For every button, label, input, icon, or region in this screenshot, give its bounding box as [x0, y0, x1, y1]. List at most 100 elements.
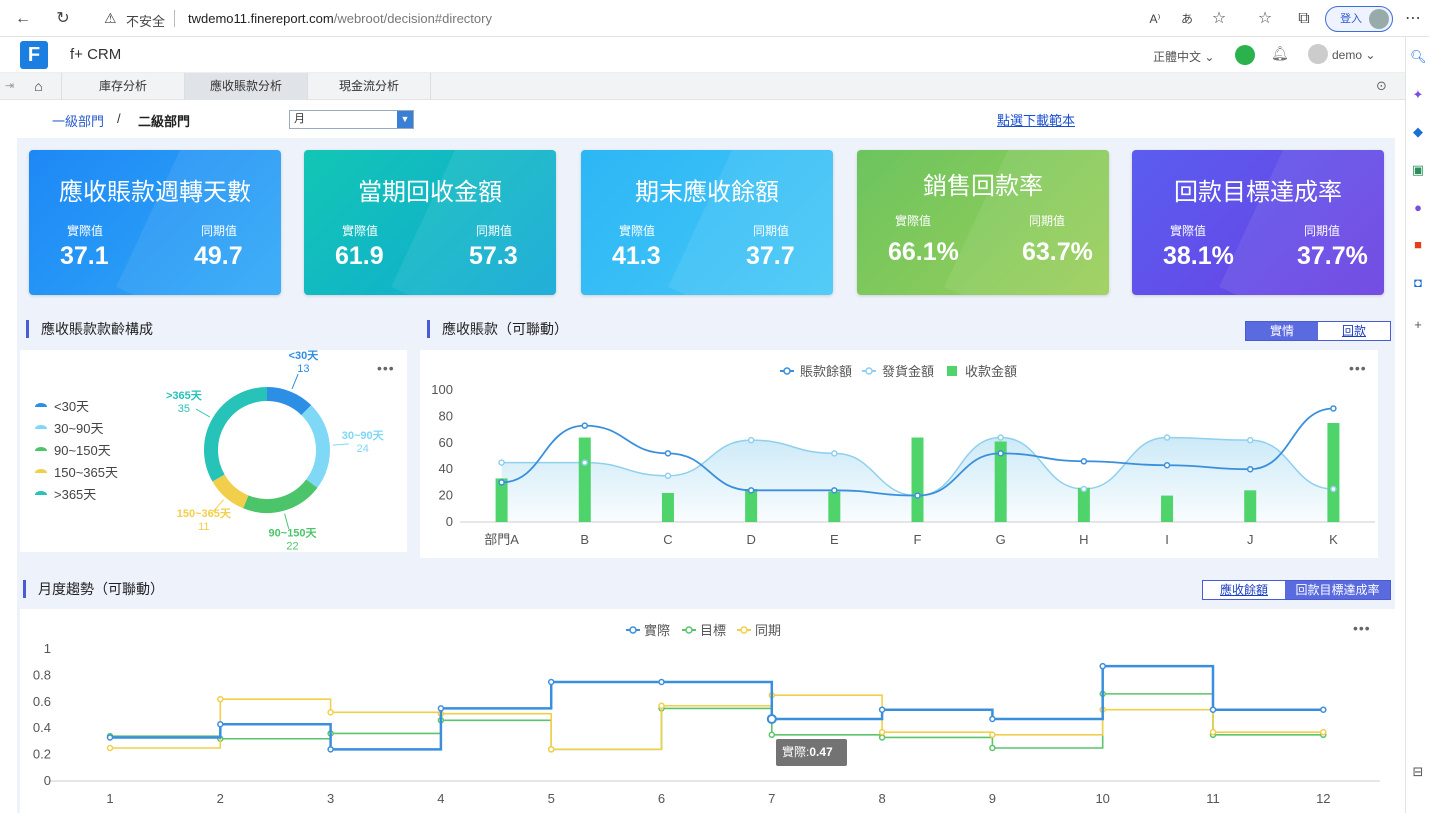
legend-item[interactable]: 發貨金額 — [882, 364, 934, 379]
bell-icon[interactable]: 🔔︎ — [1271, 45, 1289, 62]
bar[interactable] — [1244, 490, 1257, 522]
kpi-card[interactable]: 銷售回款率 實際值 同期值 66.1% 63.7% — [857, 150, 1109, 295]
data-point[interactable] — [878, 728, 886, 736]
warning-icon[interactable]: ⚠ — [104, 10, 117, 27]
data-point[interactable] — [581, 422, 589, 429]
data-point[interactable] — [327, 709, 334, 716]
donut-slice[interactable] — [212, 474, 249, 509]
donut-slice[interactable] — [204, 387, 268, 482]
bar[interactable] — [1161, 495, 1174, 522]
games-icon[interactable]: ● — [1410, 200, 1426, 216]
dropdown-arrow-icon[interactable]: ▼ — [397, 111, 413, 128]
favorites-icon[interactable]: ☆ — [1254, 8, 1276, 30]
data-point[interactable] — [747, 487, 755, 494]
legend-item[interactable]: 90~150天 — [54, 443, 111, 458]
data-point[interactable] — [1320, 706, 1327, 713]
data-point[interactable] — [1209, 728, 1217, 736]
data-point[interactable] — [1246, 436, 1254, 444]
tab-inventory[interactable]: 庫存分析 — [62, 73, 185, 100]
data-point[interactable] — [1080, 458, 1088, 465]
status-icon[interactable] — [1235, 45, 1255, 65]
user-avatar[interactable] — [1308, 44, 1328, 64]
user-menu[interactable]: demo ⌄ — [1332, 48, 1375, 62]
tab-cashflow[interactable]: 現金流分析 — [308, 73, 431, 100]
legend-item[interactable]: 150~365天 — [54, 465, 118, 480]
outlook-icon[interactable]: ◘ — [1410, 275, 1426, 291]
toggle-balance-button[interactable]: 應收餘額 — [1203, 581, 1285, 599]
data-point[interactable] — [1080, 485, 1088, 493]
data-point[interactable] — [658, 678, 665, 686]
data-point[interactable] — [664, 450, 672, 457]
donut-slice[interactable] — [301, 405, 330, 488]
data-point[interactable] — [437, 705, 445, 712]
data-point[interactable] — [106, 734, 114, 741]
breadcrumb-level2[interactable]: 二級部門 — [138, 111, 190, 130]
data-point[interactable] — [581, 459, 589, 466]
language-select[interactable]: 正體中文 ⌄ — [1153, 48, 1214, 65]
address-bar[interactable]: twdemo11.finereport.com/webroot/decision… — [188, 11, 492, 26]
refresh-icon[interactable]: ↻ — [52, 8, 74, 30]
data-point[interactable] — [547, 746, 555, 753]
kpi-card[interactable]: 回款目標達成率 實際值 同期值 38.1% 37.7% — [1132, 150, 1384, 295]
bar[interactable] — [911, 437, 924, 522]
collapse-icon[interactable]: ⇥ — [5, 79, 14, 92]
data-point[interactable] — [997, 434, 1004, 441]
kpi-card[interactable]: 當期回收金額 實際值 同期值 61.9 57.3 — [304, 150, 556, 295]
download-template-link[interactable]: 點選下載範本 — [997, 110, 1075, 129]
legend-item[interactable]: 賬款餘額 — [800, 364, 852, 379]
legend-item[interactable]: >365天 — [54, 487, 96, 502]
data-point[interactable] — [747, 436, 755, 444]
sidebar-toggle-icon[interactable]: ⊟ — [1410, 764, 1426, 780]
favorite-add-icon[interactable]: ☆ — [1208, 8, 1230, 30]
legend-item[interactable]: 目標 — [700, 623, 726, 638]
office-icon[interactable]: ■ — [1410, 237, 1426, 253]
data-point[interactable] — [878, 734, 886, 741]
period-select[interactable]: 月 ▼ — [289, 110, 414, 129]
add-icon[interactable]: + — [1410, 317, 1426, 333]
home-icon[interactable]: ⌂ — [16, 73, 62, 100]
donut-slice[interactable] — [243, 479, 318, 513]
toggle-actual-button[interactable]: 實情 — [1246, 322, 1318, 340]
shopping-tag-icon[interactable]: ◆ — [1410, 124, 1426, 140]
data-point[interactable] — [658, 702, 665, 710]
legend-item[interactable]: 同期 — [755, 623, 781, 638]
data-point[interactable] — [664, 472, 672, 480]
data-point[interactable] — [989, 744, 996, 752]
bar[interactable] — [661, 492, 674, 522]
series-step-line[interactable] — [110, 694, 1324, 751]
legend-item[interactable]: <30天 — [54, 399, 89, 414]
data-point[interactable] — [327, 746, 334, 753]
tab-more-icon[interactable]: ⊙ — [1376, 78, 1387, 94]
copilot-icon[interactable]: ✦ — [1410, 87, 1426, 103]
data-point[interactable] — [831, 450, 838, 457]
data-point[interactable] — [989, 731, 996, 739]
tab-receivables[interactable]: 應收賬款分析 — [185, 73, 308, 100]
data-point[interactable] — [914, 492, 921, 499]
bar[interactable] — [745, 489, 758, 522]
insecure-label[interactable]: 不安全 — [126, 11, 165, 30]
data-point[interactable] — [1330, 485, 1337, 493]
data-point[interactable] — [1099, 662, 1106, 670]
login-button[interactable]: 登入 — [1325, 6, 1393, 32]
series-step-line[interactable] — [110, 693, 1324, 751]
data-point[interactable] — [217, 695, 224, 703]
data-point[interactable] — [1320, 728, 1327, 736]
hovered-point[interactable] — [766, 713, 777, 724]
toggle-collection-button[interactable]: 回款 — [1318, 322, 1390, 340]
legend-item[interactable]: 收款金額 — [965, 364, 1017, 379]
bar[interactable] — [1327, 423, 1340, 522]
data-point[interactable] — [1209, 706, 1217, 713]
toggle-target-rate-button[interactable]: 回款目標達成率 — [1285, 581, 1390, 599]
back-icon[interactable]: ← — [12, 8, 34, 30]
data-point[interactable] — [217, 720, 224, 728]
bar[interactable] — [578, 437, 591, 522]
bar[interactable] — [1077, 487, 1090, 522]
kpi-card[interactable]: 應收賬款週轉天數 實際值 同期值 37.1 49.7 — [29, 150, 281, 295]
data-point[interactable] — [831, 487, 838, 494]
data-point[interactable] — [1246, 465, 1254, 473]
data-point[interactable] — [989, 715, 996, 723]
search-icon[interactable]: 🔍︎ — [1410, 49, 1427, 65]
data-point[interactable] — [878, 706, 886, 713]
more-options-icon[interactable]: ⋯ — [1402, 8, 1424, 30]
legend-item[interactable]: 實際 — [644, 623, 670, 638]
